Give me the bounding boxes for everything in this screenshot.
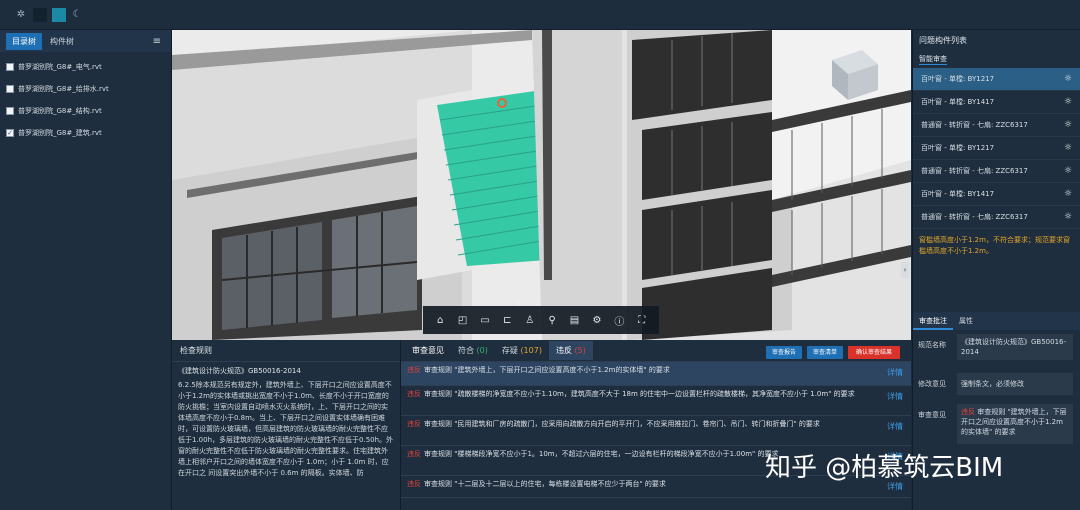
file-item[interactable]: 普罗湖别院_G8#_电气.rvt [0,56,171,78]
issue-item[interactable]: 百叶窗 - 单樘: BY1417 ☼ [913,183,1080,206]
result-text: 审查规则 "楼梯梯段净宽不应小于1。10m，不超过六层的住宅，一边设有栏杆的梯段… [424,450,779,458]
file-label: 普罗湖别院_G8#_电气.rvt [18,63,102,71]
tab-violation[interactable]: 违反 (5) [548,341,593,360]
section-plane-icon[interactable]: ⊏ [499,315,515,326]
building-model-render [172,30,911,340]
panel-title: 问题构件列表 [919,36,967,45]
issue-item[interactable]: 百叶窗 - 单樘: BY1417 ☼ [913,91,1080,114]
moon-icon[interactable]: ☾ [70,8,84,22]
prop-label: 审查意见 [918,411,946,419]
result-row[interactable]: 违反 审查规则 "民用建筑和厂房的疏散门，应采用向疏散方向开启的平开门，不应采用推… [401,416,911,446]
dark-swatch-icon[interactable] [33,8,47,22]
tab-doubtful[interactable]: 存疑 (107) [495,345,549,356]
issue-item[interactable]: 普通窗 - 转折窗 - 七扇: ZZC6317 ☼ [913,206,1080,229]
tab-component-tree[interactable]: 构件树 [44,33,80,50]
violation-tag: 违反 [407,366,421,374]
measure-icon[interactable]: ▭ [477,315,493,326]
violation-tag: 违反 [407,420,421,428]
warning-message: 窗槛墙高度小于1.2m，不符合要求；规范要求窗槛墙高度不小于1.2m。 [919,236,1070,255]
walk-person-icon[interactable]: ♙ [522,315,538,326]
details-link[interactable]: 详情 [887,392,903,402]
issue-item[interactable]: 百叶窗 - 单樘: BY1217 ☼ [913,68,1080,91]
prop-review: 审查意见 违反 审查规则 "建筑外墙上，下层开口之间应设置高度不小于1.2m的实… [913,404,1080,444]
fullscreen-icon[interactable]: ⛶ [634,315,650,326]
menu-icon[interactable]: ≡ [153,36,161,47]
info-icon[interactable]: ⓘ [611,313,627,328]
violation-tag: 违反 [407,480,421,488]
tab-properties[interactable]: 属性 [953,312,979,330]
teal-swatch-icon[interactable] [52,8,66,22]
viewer-toolbar: ⌂ ◰ ▭ ⊏ ♙ ⚲ ▤ ⚙ ⓘ ⛶ [423,306,659,334]
review-list-button[interactable]: 审查清单 [807,346,843,359]
home-icon[interactable]: ⌂ [432,315,448,326]
model-tree-panel: 目录树 构件树 ≡ 普罗湖别院_G8#_电气.rvt 普罗湖别院_G8#_给排水… [0,30,172,510]
standard-name: 《建筑设计防火规范》GB50016-2014 [178,367,301,375]
prop-opinion: 修改意见 强制条文，必须修改 [913,373,1080,395]
tab-smart-review[interactable]: 智能审查 [913,52,1080,68]
lightbulb-icon[interactable]: ☼ [1064,120,1072,130]
lightbulb-icon[interactable]: ☼ [1064,143,1072,153]
tab-review-annotation[interactable]: 审查批注 [913,312,953,330]
prop-label: 规范名称 [918,341,946,349]
checkbox[interactable] [6,85,14,93]
issue-list-panel: 问题构件列表 智能审查 百叶窗 - 单樘: BY1217 ☼ 百叶窗 - 单樘: … [912,30,1080,510]
review-report-button[interactable]: 审查报告 [766,346,802,359]
settings-gear-icon[interactable]: ⚙ [589,315,605,326]
rules-title: 检查规则 [172,340,400,362]
file-label: 普罗湖别院_G8#_建筑.rvt [18,129,102,137]
file-label: 普罗湖别院_G8#_结构.rvt [18,107,102,115]
review-text: 审查规则 "建筑外墙上，下层开口之间应设置高度不小于1.2m的实体墙" 的要求 [961,408,1067,436]
issue-item[interactable]: 普通窗 - 转折窗 - 七扇: ZZC6317 ☼ [913,160,1080,183]
watermark: 知乎 @柏慕筑云BIM [765,453,1004,483]
details-link[interactable]: 详情 [887,422,903,432]
violation-tag: 违反 [407,450,421,458]
issue-item[interactable]: 百叶窗 - 单樘: BY1217 ☼ [913,137,1080,160]
review-results-panel: 审查意见 符合 (0) 存疑 (107) 违反 (5) 审查报告 审查清单 确认… [401,340,911,510]
checkbox[interactable] [6,63,14,71]
confirm-results-button[interactable]: 确认审查结果 [848,346,900,359]
prop-label: 修改意见 [918,380,946,388]
tab-review-opinion[interactable]: 审查意见 [405,345,451,356]
result-text: 审查规则 "民用建筑和厂房的疏散门，应采用向疏散方向开启的平开门，不应采用推拉门… [424,420,820,428]
prop-value: 强制条文，必须修改 [957,373,1073,395]
issue-item[interactable]: 普通窗 - 转折窗 - 七扇: ZZC6317 ☼ [913,114,1080,137]
result-text: 审查规则 "建筑外墙上，下层开口之间应设置高度不小于1.2m的实体墙" 的要求 [424,366,670,374]
tab-directory-tree[interactable]: 目录树 [6,32,42,50]
result-text: 审查规则 "十二层及十二层以上的住宅，每栋楼设置电梯不应少于两台" 的要求 [424,480,666,488]
details-link[interactable]: 详情 [887,368,903,378]
lightbulb-icon[interactable]: ☼ [1064,166,1072,176]
file-label: 普罗湖别院_G8#_给排水.rvt [18,85,109,93]
lightbulb-icon[interactable]: ☼ [1064,97,1072,107]
result-row[interactable]: 违反 审查规则 "疏散楼梯的净宽度不应小于1.10m，建筑高度不大于 18m 的住… [401,386,911,416]
result-text: 审查规则 "疏散楼梯的净宽度不应小于1.10m，建筑高度不大于 18m 的住宅中… [424,390,855,398]
prop-value: 《建筑设计防火规范》GB50016-2014 [957,334,1073,360]
checkbox[interactable] [6,107,14,115]
lightbulb-icon[interactable]: ☼ [1064,74,1072,84]
file-item[interactable]: ✓ 普罗湖别院_G8#_建筑.rvt [0,122,171,144]
file-item[interactable]: 普罗湖别院_G8#_结构.rvt [0,100,171,122]
section-box-icon[interactable]: ◰ [455,315,471,326]
top-bar: ✲ ☾ [0,0,1080,30]
checkbox-checked[interactable]: ✓ [6,129,14,137]
pin-icon[interactable]: ⚲ [544,315,560,326]
lightbulb-icon[interactable]: ☼ [1064,212,1072,222]
result-row[interactable]: 违反 审查规则 "建筑外墙上，下层开口之间应设置高度不小于1.2m的实体墙" 的要… [401,362,911,386]
check-rules-panel: 检查规则 《建筑设计防火规范》GB50016-2014 6.2.5除本规范另有规… [172,340,401,510]
prop-spec: 规范名称 《建筑设计防火规范》GB50016-2014 [913,334,1080,360]
model-viewport[interactable]: ▲ ⌂ ◰ ▭ ⊏ ♙ ⚲ ▤ ⚙ ⓘ ⛶ › [172,30,911,340]
expand-arrow-icon[interactable]: › [901,262,909,278]
settings-icon[interactable]: ✲ [14,8,28,22]
lightbulb-icon[interactable]: ☼ [1064,189,1072,199]
tab-compliant[interactable]: 符合 (0) [451,345,495,356]
rule-text: 6.2.5除本规范另有规定外，建筑外墙上、下层开口之间应设置高度不小于1.2m的… [178,381,394,477]
violation-tag: 违反 [961,408,975,416]
tree-tabs: 目录树 构件树 ≡ [0,30,171,52]
violation-tag: 违反 [407,390,421,398]
file-item[interactable]: 普罗湖别院_G8#_给排水.rvt [0,78,171,100]
model-browser-icon[interactable]: ▤ [567,315,583,326]
prop-value: 违反 审查规则 "建筑外墙上，下层开口之间应设置高度不小于1.2m的实体墙" 的… [957,404,1073,444]
annotation-tabs: 审查批注 属性 [913,312,1080,330]
